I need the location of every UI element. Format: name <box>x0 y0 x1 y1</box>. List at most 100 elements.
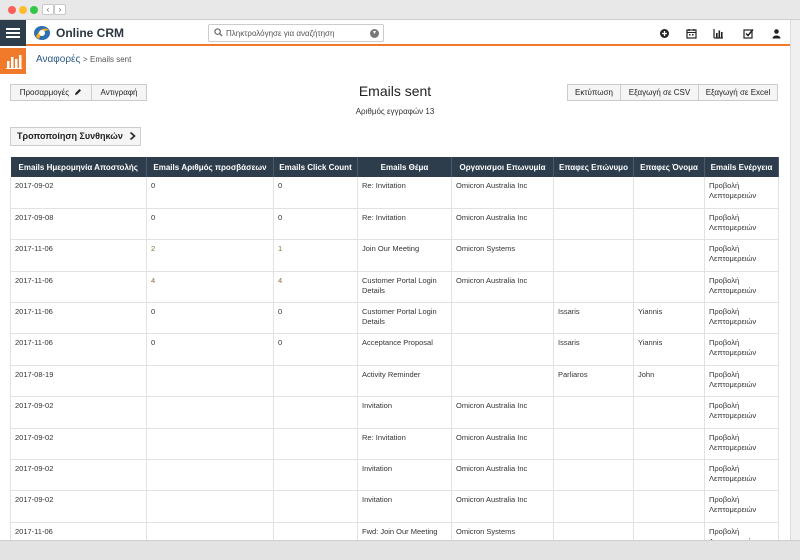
table-cell: 0 <box>146 208 274 241</box>
table-cell: 2017-11-06 <box>10 522 147 540</box>
browser-forward-button[interactable]: › <box>54 4 66 15</box>
edit-conditions-button[interactable]: Τροποποίηση Συνθηκών <box>10 127 141 146</box>
view-details-link[interactable]: Προβολή Λεπτομερειών <box>704 239 779 272</box>
browser-back-button[interactable]: ‹ <box>42 4 54 15</box>
column-header[interactable]: Emails Ημερομηνία Αποστολής <box>10 157 147 177</box>
table-cell: Issaris <box>553 333 634 366</box>
search-icon <box>214 28 223 37</box>
view-details-link[interactable]: Προβολή Λεπτομερειών <box>704 208 779 241</box>
table-cell: Omicron Australia Inc <box>451 271 554 304</box>
plus-circle-icon[interactable] <box>659 28 670 39</box>
table-cell: Yiannis <box>633 333 705 366</box>
table-cell: Omicron Australia Inc <box>451 208 554 241</box>
view-details-link[interactable]: Προβολή Λεπτομερειών <box>704 333 779 366</box>
browser-toolbar: ‹ › <box>0 0 800 20</box>
bar-chart-icon[interactable] <box>713 28 724 39</box>
table-cell <box>273 522 358 540</box>
table-cell <box>633 271 705 304</box>
record-count: Αριθμός εγγραφών 13 <box>355 107 435 116</box>
user-icon[interactable] <box>771 28 782 39</box>
table-cell <box>633 208 705 241</box>
view-details-link[interactable]: Προβολή Λεπτομερειών <box>704 302 779 335</box>
table-cell: 4 <box>273 271 358 304</box>
reports-chart-icon[interactable] <box>0 48 26 74</box>
table-cell: Issaris <box>553 302 634 335</box>
window-maximize-button[interactable] <box>30 6 38 14</box>
table-cell: 2017-09-02 <box>10 490 147 523</box>
breadcrumb-current: Emails sent <box>90 55 132 64</box>
table-cell: Yiannis <box>633 302 705 335</box>
global-search[interactable]: ▾ <box>208 24 384 42</box>
export-csv-button[interactable]: Εξαγωγή σε CSV <box>620 84 699 101</box>
view-details-link[interactable]: Προβολή Λεπτομερειών <box>704 522 779 540</box>
column-header[interactable]: Emails Αριθμός προσβάσεων <box>146 157 274 177</box>
window-minimize-button[interactable] <box>19 6 27 14</box>
table-row: 2017-11-06 Fwd: Join Our Meeting Omicron S… <box>10 522 779 540</box>
table-cell <box>553 271 634 304</box>
table-header-row: Emails Ημερομηνία Αποστολής Emails Αριθμό… <box>10 157 779 177</box>
table-cell <box>633 459 705 492</box>
checkbox-icon[interactable] <box>743 28 754 39</box>
column-header[interactable]: Επαφες Όνομα <box>633 157 705 177</box>
column-header[interactable]: Emails Θέμα <box>357 157 452 177</box>
table-cell: Activity Reminder <box>357 365 452 398</box>
table-row: 2017-11-06 2 1 Join Our Meeting Omicron Syst… <box>10 239 779 272</box>
table-cell: Invitation <box>357 490 452 523</box>
table-cell: Invitation <box>357 459 452 492</box>
table-row: 2017-11-06 0 0 Acceptance Proposal Issaris Yi… <box>10 333 779 366</box>
table-cell <box>553 428 634 461</box>
table-cell <box>633 428 705 461</box>
view-details-link[interactable]: Προβολή Λεπτομερειών <box>704 365 779 398</box>
chevron-down-icon[interactable]: ▾ <box>370 29 379 38</box>
table-cell: Omicron Systems <box>451 522 554 540</box>
table-row: 2017-09-02 0 0 Re: Invitation Omicron Austra… <box>10 177 779 209</box>
table-cell: 1 <box>273 239 358 272</box>
table-cell <box>451 365 554 398</box>
table-cell <box>146 428 274 461</box>
export-excel-button[interactable]: Εξαγωγή σε Excel <box>698 84 778 101</box>
view-details-link[interactable]: Προβολή Λεπτομερειών <box>704 459 779 492</box>
column-header[interactable]: Emails Click Count <box>273 157 358 177</box>
table-cell <box>146 459 274 492</box>
chevron-right-icon <box>130 131 137 141</box>
table-row: 2017-11-06 4 4 Customer Portal Login Detail… <box>10 271 779 304</box>
table-cell: 2017-11-06 <box>10 302 147 335</box>
view-details-link[interactable]: Προβολή Λεπτομερειών <box>704 271 779 304</box>
brand-name: Online CRM <box>56 26 124 40</box>
menu-icon[interactable] <box>0 20 26 46</box>
table-cell: Omicron Australia Inc <box>451 428 554 461</box>
table-cell <box>146 490 274 523</box>
table-cell: Omicron Australia Inc <box>451 396 554 429</box>
calendar-icon[interactable] <box>686 28 697 39</box>
table-cell: Re: Invitation <box>357 428 452 461</box>
column-header[interactable]: Emails Ενέργεια <box>704 157 779 177</box>
search-input[interactable] <box>226 27 366 40</box>
vertical-scrollbar[interactable] <box>790 20 800 540</box>
top-header: Online CRM ▾ <box>0 20 790 46</box>
table-cell: 0 <box>146 177 274 209</box>
table-row: 2017-09-08 0 0 Re: Invitation Omicron Austra… <box>10 208 779 241</box>
table-cell <box>451 333 554 366</box>
column-header[interactable]: Οργανισμοι Επωνυμία <box>451 157 554 177</box>
table-cell <box>553 177 634 209</box>
view-details-link[interactable]: Προβολή Λεπτομερειών <box>704 428 779 461</box>
table-cell <box>553 396 634 429</box>
table-cell: Omicron Australia Inc <box>451 177 554 209</box>
table-cell <box>633 522 705 540</box>
view-details-link[interactable]: Προβολή Λεπτομερειών <box>704 177 779 209</box>
table-cell: 0 <box>273 302 358 335</box>
table-cell: Customer Portal Login Details <box>357 271 452 304</box>
column-header[interactable]: Επαφες Επώνυμο <box>553 157 634 177</box>
breadcrumb-reports-link[interactable]: Αναφορές <box>36 54 80 65</box>
view-details-link[interactable]: Προβολή Λεπτομερειών <box>704 396 779 429</box>
table-cell: 0 <box>273 333 358 366</box>
view-details-link[interactable]: Προβολή Λεπτομερειών <box>704 490 779 523</box>
table-cell <box>553 208 634 241</box>
table-cell <box>273 490 358 523</box>
window-close-button[interactable] <box>8 6 16 14</box>
table-row: 2017-08-19 Activity Reminder Parliaros John… <box>10 365 779 398</box>
table-cell: Fwd: Join Our Meeting <box>357 522 452 540</box>
print-button[interactable]: Εκτύπωση <box>567 84 621 101</box>
table-cell: Acceptance Proposal <box>357 333 452 366</box>
table-cell: 2017-09-02 <box>10 177 147 209</box>
